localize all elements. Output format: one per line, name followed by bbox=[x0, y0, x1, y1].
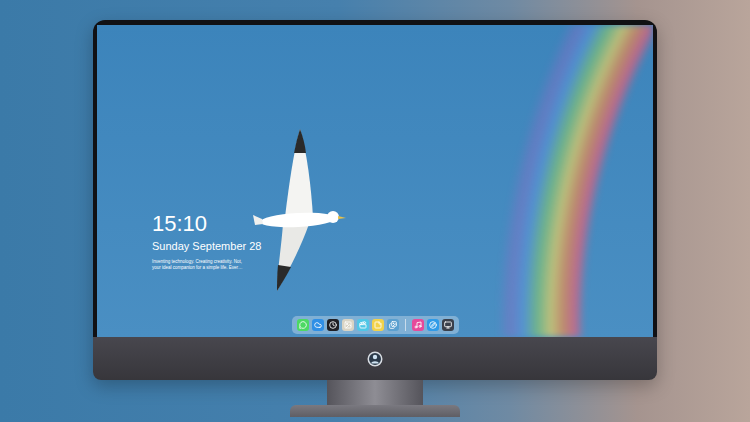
monitor-stand-base bbox=[290, 405, 460, 417]
app-glyph-icon bbox=[329, 321, 337, 329]
brand-logo-icon bbox=[367, 351, 383, 367]
tagline-line: Inventing technology. Creating creativit… bbox=[152, 259, 653, 265]
dock-app-icon[interactable] bbox=[312, 319, 324, 331]
dock-app-icon[interactable] bbox=[357, 319, 369, 331]
wallpaper-rainbow bbox=[97, 25, 653, 337]
dock bbox=[292, 316, 459, 334]
dock-divider bbox=[405, 319, 406, 331]
clock-time: 15:10 bbox=[152, 211, 653, 237]
monitor-stand-neck bbox=[327, 380, 423, 405]
dock-app-icon[interactable] bbox=[442, 319, 454, 331]
app-glyph-icon bbox=[444, 321, 452, 329]
dock-app-icon[interactable] bbox=[297, 319, 309, 331]
dock-app-icon[interactable] bbox=[372, 319, 384, 331]
dock-app-icon[interactable] bbox=[427, 319, 439, 331]
app-glyph-icon bbox=[414, 321, 422, 329]
seagull-icon bbox=[97, 25, 653, 337]
dock-app-icon[interactable] bbox=[327, 319, 339, 331]
desktop-screen: 15:10 Sunday September 28 Inventing techno… bbox=[97, 25, 653, 337]
clock-date: Sunday September 28 bbox=[152, 239, 653, 253]
app-glyph-icon bbox=[299, 321, 307, 329]
monitor-bezel: 15:10 Sunday September 28 Inventing techno… bbox=[93, 20, 657, 337]
dock-app-icon[interactable] bbox=[412, 319, 424, 331]
dock-app-icon[interactable] bbox=[342, 319, 354, 331]
tagline: Inventing technology. Creating creativit… bbox=[152, 259, 653, 270]
app-glyph-icon bbox=[314, 321, 322, 329]
monitor: 15:10 Sunday September 28 Inventing techno… bbox=[93, 20, 657, 380]
app-glyph-icon bbox=[374, 321, 382, 329]
app-glyph-icon bbox=[429, 321, 437, 329]
app-glyph-icon bbox=[359, 321, 367, 329]
monitor-chin bbox=[93, 337, 657, 380]
clock-widget: 15:10 Sunday September 28 Inventing techno… bbox=[152, 211, 653, 270]
tagline-line: your ideal companion for a simple life. … bbox=[152, 265, 653, 271]
app-glyph-icon bbox=[344, 321, 352, 329]
dock-app-icon[interactable] bbox=[387, 319, 399, 331]
page: 15:10 Sunday September 28 Inventing techno… bbox=[0, 0, 750, 422]
app-glyph-icon bbox=[389, 321, 397, 329]
